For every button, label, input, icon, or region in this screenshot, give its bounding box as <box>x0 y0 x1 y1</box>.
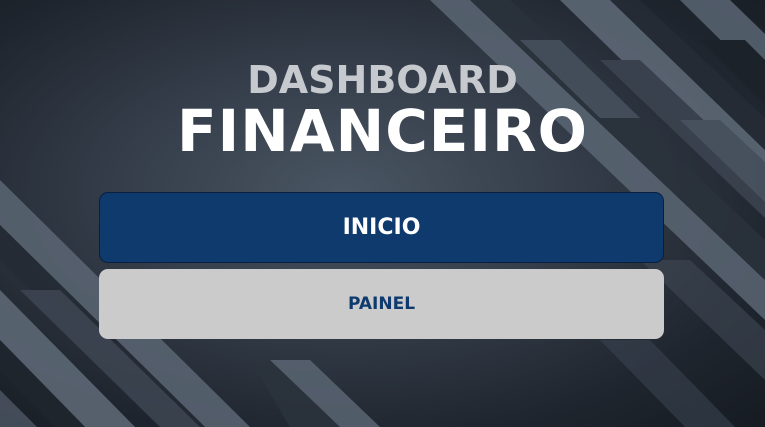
painel-button-label: PAINEL <box>347 294 416 314</box>
painel-button[interactable]: PAINEL <box>99 269 664 339</box>
inicio-button[interactable]: INICIO <box>99 192 664 263</box>
inicio-button-label: INICIO <box>342 215 421 240</box>
title-financeiro: FINANCEIRO <box>177 97 588 165</box>
page-title: DASHBOARD FINANCEIRO <box>0 60 765 162</box>
title-dashboard: DASHBOARD <box>247 58 518 102</box>
